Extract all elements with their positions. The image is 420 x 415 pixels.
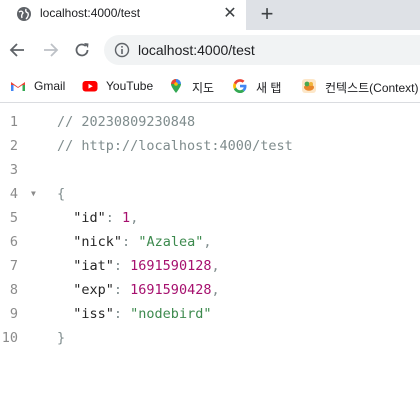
back-arrow-icon[interactable] bbox=[8, 40, 28, 60]
json-field: "exp": 1691590428, bbox=[57, 278, 220, 302]
json-value: 1691590428 bbox=[130, 282, 212, 298]
json-field: "iat": 1691590128, bbox=[57, 254, 220, 278]
json-colon: : bbox=[113, 306, 131, 322]
json-value: "nodebird" bbox=[130, 306, 212, 322]
line-number: 7 bbox=[9, 258, 18, 274]
line-number: 4 bbox=[9, 186, 18, 202]
maps-icon bbox=[171, 79, 181, 93]
comment-timestamp: // 20230809230848 bbox=[57, 114, 196, 130]
code-line: 3 bbox=[0, 158, 420, 182]
json-key: "iss" bbox=[73, 306, 114, 322]
reload-icon[interactable] bbox=[72, 40, 92, 60]
bookmark-label: 새 탭 bbox=[256, 81, 282, 95]
url-text: localhost:4000/test bbox=[138, 42, 255, 58]
youtube-icon bbox=[82, 81, 98, 92]
code-line: 8 "exp": 1691590428, bbox=[0, 278, 420, 302]
browser-tab[interactable]: localhost:4000/test ✕ bbox=[0, 0, 246, 30]
close-brace: } bbox=[57, 330, 66, 346]
line-number: 9 bbox=[9, 306, 18, 322]
json-colon: : bbox=[105, 210, 123, 226]
open-brace: { bbox=[57, 186, 66, 202]
json-key: "exp" bbox=[73, 282, 114, 298]
line-number: 8 bbox=[9, 282, 18, 298]
json-comma: , bbox=[211, 258, 220, 274]
close-icon[interactable]: ✕ bbox=[221, 5, 239, 23]
json-comma: , bbox=[211, 282, 220, 298]
line-number: 10 bbox=[1, 330, 18, 346]
json-field: "id": 1, bbox=[57, 206, 138, 230]
globe-icon bbox=[17, 7, 31, 21]
json-colon: : bbox=[122, 234, 139, 250]
json-field: "nick": "Azalea", bbox=[57, 230, 211, 254]
code-line: 2 // http://localhost:4000/test bbox=[0, 134, 420, 158]
bookmark-label: 지도 bbox=[192, 81, 215, 95]
line-number: 1 bbox=[9, 114, 18, 130]
code-line: 7 "iat": 1691590128, bbox=[0, 254, 420, 278]
code-line: 9 "iss": "nodebird" bbox=[0, 302, 420, 326]
line-number: 3 bbox=[9, 162, 18, 178]
json-field: "iss": "nodebird" bbox=[57, 302, 211, 326]
tab-title: localhost:4000/test bbox=[40, 6, 141, 20]
bookmark-label: Gmail bbox=[34, 79, 66, 93]
bookmark-label: YouTube bbox=[106, 79, 154, 93]
json-key: "id" bbox=[73, 210, 106, 226]
json-colon: : bbox=[113, 282, 131, 298]
json-value: 1691590128 bbox=[130, 258, 212, 274]
address-bar[interactable]: localhost:4000/test bbox=[104, 35, 420, 65]
bookmark-label: 컨텍스트(Context) bbox=[325, 81, 419, 95]
json-viewer: 1 // 20230809230848 2 // http://localhos… bbox=[0, 104, 420, 415]
code-line: 1 // 20230809230848 bbox=[0, 110, 420, 134]
line-number: 6 bbox=[9, 234, 18, 250]
line-number: 2 bbox=[9, 138, 18, 154]
json-colon: : bbox=[113, 258, 131, 274]
line-number: 5 bbox=[9, 210, 18, 226]
code-line: 6 "nick": "Azalea", bbox=[0, 230, 420, 254]
bookmarks-bar: Gmail YouTube 지도 새 탭 컨텍스트(Context) bbox=[0, 70, 420, 103]
json-key: "iat" bbox=[73, 258, 114, 274]
context-icon bbox=[302, 79, 316, 93]
new-tab-button[interactable]: + bbox=[257, 2, 277, 26]
json-comma: , bbox=[203, 234, 212, 250]
fold-toggle-icon[interactable]: ▼ bbox=[31, 182, 41, 206]
google-icon bbox=[233, 79, 247, 93]
json-value: 1 bbox=[122, 210, 131, 226]
tab-strip: localhost:4000/test ✕ + bbox=[0, 0, 420, 30]
json-comma: , bbox=[130, 210, 139, 226]
code-line: 10 } bbox=[0, 326, 420, 350]
code-line: 4 ▼ { bbox=[0, 182, 420, 206]
gmail-icon bbox=[11, 81, 25, 91]
json-value: "Azalea" bbox=[138, 234, 204, 250]
comment-url: // http://localhost:4000/test bbox=[57, 138, 293, 154]
json-key: "nick" bbox=[73, 234, 123, 250]
browser-toolbar: localhost:4000/test bbox=[0, 30, 420, 70]
code-line: 5 "id": 1, bbox=[0, 206, 420, 230]
forward-arrow-icon[interactable] bbox=[40, 40, 60, 60]
info-icon[interactable] bbox=[114, 42, 130, 58]
